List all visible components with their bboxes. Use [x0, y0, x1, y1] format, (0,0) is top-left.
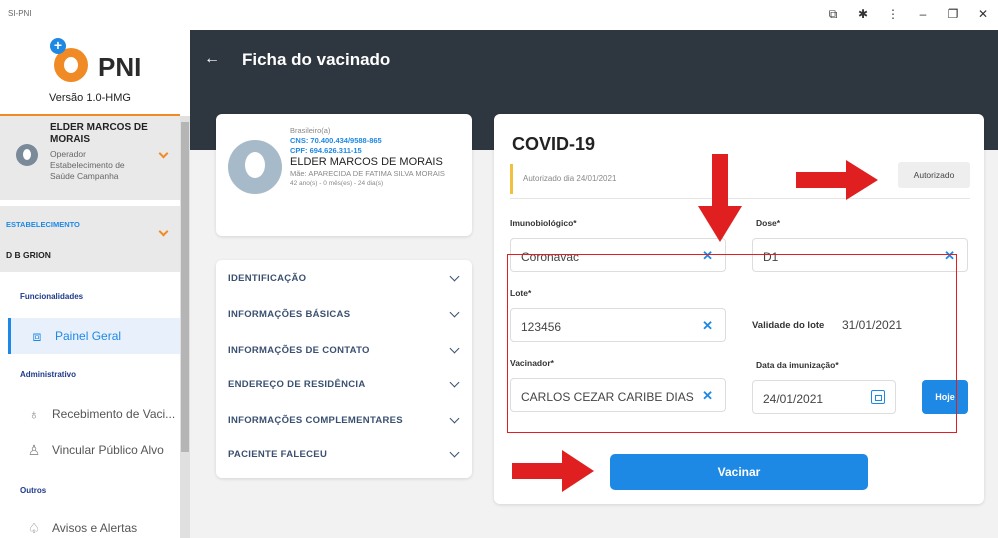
vacinar-button[interactable]: Vacinar — [610, 454, 868, 490]
chevron-down-icon — [449, 271, 460, 281]
sidebar-item-label: Painel Geral — [55, 329, 122, 343]
sidebar-item-recebimento[interactable]: ♁ Recebimento de Vaci... — [8, 396, 180, 432]
authorized-button[interactable]: Autorizado — [898, 162, 970, 188]
chevron-down-icon — [449, 447, 460, 457]
pni-logo: + PNI — [50, 38, 154, 86]
browser-title-bar: SI-PNI ⧉ ✱ ⋮ – ❐ ✕ — [0, 0, 998, 30]
accordion-label: IDENTIFICAÇÃO — [228, 272, 307, 284]
scrollbar-thumb[interactable] — [181, 122, 189, 452]
accordion-label: INFORMAÇÕES DE CONTATO — [228, 344, 370, 356]
accordion-item-complementares[interactable]: INFORMAÇÕES COMPLEMENTARES — [228, 402, 464, 438]
establishment-selector[interactable]: ESTABELECIMENTO D B GRION — [0, 206, 180, 272]
annotation-highlight-box — [507, 254, 957, 433]
patient-card: Brasileiro(a) CNS: 70.400.434/9588-865 C… — [216, 114, 472, 236]
chevron-down-icon[interactable] — [158, 226, 169, 237]
translate-icon[interactable]: ⧉ — [826, 6, 840, 22]
accordion-label: INFORMAÇÕES COMPLEMENTARES — [228, 414, 403, 426]
close-icon[interactable]: ✕ — [976, 6, 990, 22]
sidebar-scrollbar[interactable] — [180, 116, 190, 538]
kebab-menu-icon[interactable]: ⋮ — [886, 6, 900, 22]
patient-info-accordion: IDENTIFICAÇÃO INFORMAÇÕES BÁSICAS INFORM… — [216, 260, 472, 478]
establishment-value: D B GRION — [6, 250, 51, 260]
user-role: Operador Estabelecimento de Saúde Campan… — [50, 149, 125, 181]
sidebar-item-label: Avisos e Alertas — [52, 521, 138, 535]
user-selector[interactable]: ELDER MARCOS DE MORAIS Operador Estabele… — [0, 116, 180, 200]
accordion-item-endereco[interactable]: ENDEREÇO DE RESIDÊNCIA — [228, 366, 464, 402]
patient-mother: Mãe: APARECIDA DE FATIMA SILVA MORAIS — [290, 169, 445, 178]
sidebar: + PNI Versão 1.0-HMG ELDER MARCOS DE MOR… — [0, 30, 190, 538]
app-version: Versão 1.0-HMG — [49, 92, 131, 104]
accordion-label: INFORMAÇÕES BÁSICAS — [228, 308, 351, 320]
sidebar-item-label: Vincular Público Alvo — [52, 443, 164, 457]
page-title: Ficha do vacinado — [242, 50, 391, 69]
monitor-icon: ⧈ — [32, 327, 42, 344]
section-outros: Outros — [20, 486, 47, 495]
user-icon: ♙ — [27, 441, 41, 458]
patient-cpf: CPF: 694.626.311-15 — [290, 146, 362, 155]
accordion-item-contato[interactable]: INFORMAÇÕES DE CONTATO — [228, 332, 464, 368]
chevron-down-icon[interactable] — [158, 148, 169, 159]
annotation-arrow-right-vacinar — [512, 450, 594, 492]
sidebar-item-vincular[interactable]: ♙ Vincular Público Alvo — [8, 432, 180, 468]
section-administrativo: Administrativo — [20, 370, 77, 379]
imunobiologico-label: Imunobiológico* — [510, 218, 577, 228]
accordion-item-informacoes-basicas[interactable]: INFORMAÇÕES BÁSICAS — [228, 296, 464, 332]
page-header: ← Ficha do vacinado — [190, 30, 998, 90]
sidebar-item-avisos[interactable]: ♤ Avisos e Alertas — [8, 510, 180, 538]
window-title: SI-PNI — [8, 9, 32, 18]
accordion-item-paciente-faleceu[interactable]: PACIENTE FALECEU — [228, 436, 464, 472]
chevron-down-icon — [449, 377, 460, 387]
sidebar-item-painel-geral[interactable]: ⧈ Painel Geral — [8, 318, 180, 354]
bell-icon: ♤ — [27, 519, 41, 536]
annotation-arrow-down — [698, 154, 742, 242]
patient-name: ELDER MARCOS DE MORAIS — [290, 156, 443, 168]
establishment-label: ESTABELECIMENTO — [6, 220, 80, 229]
patient-nationality: Brasileiro(a) — [290, 126, 331, 135]
vaccine-icon: ♁ — [28, 406, 40, 422]
user-name: ELDER MARCOS DE MORAIS — [50, 122, 148, 145]
plus-icon: + — [50, 38, 66, 54]
back-arrow-icon[interactable]: ← — [204, 50, 220, 68]
avatar — [16, 144, 38, 166]
extensions-icon[interactable]: ✱ — [856, 6, 870, 22]
patient-age: 42 ano(s) - 0 mês(es) - 24 dia(s) — [290, 180, 384, 187]
accordion-label: PACIENTE FALECEU — [228, 448, 328, 460]
accordion-item-identificacao[interactable]: IDENTIFICAÇÃO — [228, 260, 464, 296]
authorization-text: Autorizado dia 24/01/2021 — [523, 174, 617, 183]
chevron-down-icon — [449, 413, 460, 423]
patient-cns: CNS: 70.400.434/9588-865 — [290, 136, 382, 145]
logo-text: PNI — [98, 52, 142, 82]
patient-avatar — [228, 140, 282, 194]
dose-label: Dose* — [756, 218, 781, 228]
sidebar-item-label: Recebimento de Vaci... — [52, 407, 176, 421]
restore-icon[interactable]: ❐ — [946, 6, 960, 22]
accordion-label: ENDEREÇO DE RESIDÊNCIA — [228, 378, 366, 390]
section-funcionalidades: Funcionalidades — [20, 292, 84, 301]
chevron-down-icon — [449, 307, 460, 317]
minimize-icon[interactable]: – — [916, 6, 930, 22]
vaccine-title: COVID-19 — [512, 134, 596, 154]
annotation-arrow-right-authorized — [796, 160, 878, 200]
chevron-down-icon — [449, 343, 460, 353]
